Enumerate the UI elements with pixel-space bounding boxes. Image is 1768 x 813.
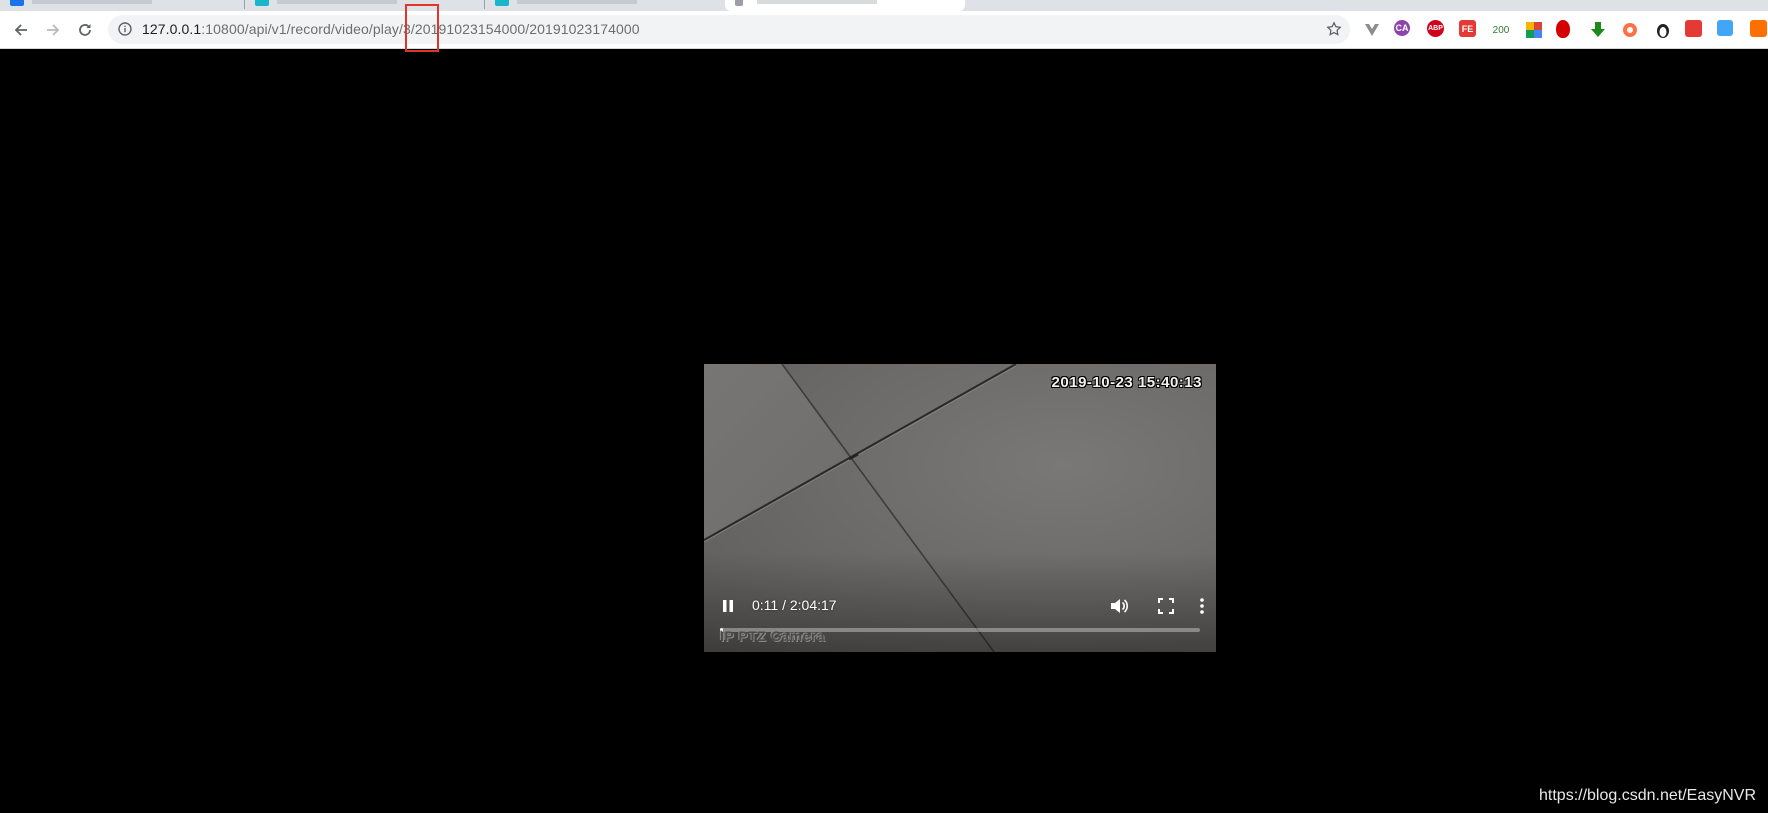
annotation-highlight-box: [405, 4, 439, 52]
address-bar[interactable]: 127.0.0.1:10800/api/v1/record/video/play…: [108, 15, 1350, 44]
forward-arrow-icon: [47, 24, 60, 36]
download-arrow-icon[interactable]: [1588, 20, 1608, 40]
tab-3[interactable]: [485, 0, 725, 11]
color-picker-icon[interactable]: [1524, 20, 1544, 40]
tab-title: [517, 0, 637, 4]
reload-button[interactable]: [73, 18, 97, 42]
stop-hand-icon[interactable]: [1556, 20, 1570, 38]
tab-title: [757, 0, 877, 4]
osd-camera-label: IP PTZ Camera: [720, 628, 826, 644]
lifebuoy-icon[interactable]: [1620, 20, 1640, 40]
site-info-icon[interactable]: [118, 22, 132, 41]
url-host: 127.0.0.1: [142, 21, 202, 37]
adblock-plus-icon[interactable]: ABP: [1427, 20, 1444, 37]
tab-favicon-icon: [495, 0, 509, 6]
osd-timestamp: 2019-10-23 15:40:13: [1051, 374, 1202, 391]
orange-extension-icon[interactable]: [1750, 20, 1767, 37]
back-button[interactable]: [9, 18, 33, 42]
image-extension-icon[interactable]: [1717, 20, 1733, 36]
tab-title: [32, 0, 152, 4]
video-player[interactable]: 2019-10-23 15:40:13 0:11 / 2:04:17 IP PT…: [704, 364, 1216, 652]
tab-favicon-icon: [735, 0, 743, 6]
more-vertical-icon: [1200, 598, 1204, 614]
back-arrow-icon: [14, 24, 27, 36]
tab-4-active[interactable]: [725, 0, 965, 11]
penguin-icon[interactable]: [1653, 20, 1673, 40]
tab-favicon-icon: [10, 0, 24, 6]
tab-2[interactable]: [245, 0, 485, 11]
tab-title: [277, 0, 397, 4]
tab-strip: [0, 0, 1768, 11]
volume-icon: [1111, 599, 1129, 613]
face-extension-icon[interactable]: [1685, 20, 1702, 37]
status-200-icon[interactable]: 200: [1491, 20, 1511, 40]
bookmark-star-icon[interactable]: [1326, 21, 1342, 42]
browser-toolbar: 127.0.0.1:10800/api/v1/record/video/play…: [0, 11, 1768, 49]
pause-button[interactable]: [718, 596, 738, 616]
reload-icon: [79, 24, 91, 36]
pause-icon: [723, 600, 733, 612]
tab-1[interactable]: [0, 0, 245, 11]
fullscreen-button[interactable]: [1156, 596, 1176, 616]
playback-timecode: 0:11 / 2:04:17: [752, 597, 837, 613]
vue-devtools-icon[interactable]: [1362, 20, 1382, 40]
fe-helper-icon[interactable]: FE: [1459, 20, 1476, 37]
forward-button[interactable]: [41, 18, 65, 42]
more-options-button[interactable]: [1197, 596, 1207, 616]
url-text[interactable]: 127.0.0.1:10800/api/v1/record/video/play…: [142, 21, 640, 38]
fullscreen-icon: [1158, 598, 1174, 614]
volume-button[interactable]: [1108, 596, 1130, 616]
ca-extension-icon[interactable]: CA: [1394, 20, 1410, 36]
watermark-text: https://blog.csdn.net/EasyNVR: [1539, 787, 1756, 804]
tab-favicon-icon: [255, 0, 269, 6]
